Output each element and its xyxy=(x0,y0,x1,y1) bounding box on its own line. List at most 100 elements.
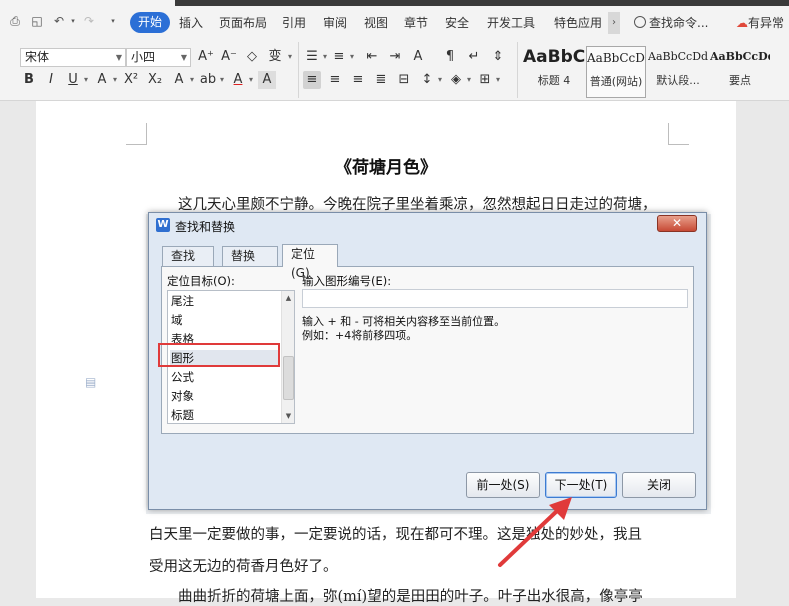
tab-special-apps[interactable]: 特色应用 xyxy=(554,15,602,31)
dialog-title-bar[interactable]: W 查找和替换 ✕ xyxy=(149,213,706,237)
style-sample: AaBbCcDd xyxy=(710,50,770,63)
phonetic-guide-icon[interactable]: 变 xyxy=(266,48,284,66)
print-icon[interactable]: ⎙ xyxy=(8,14,22,28)
status-indicator[interactable]: ☁有异常 xyxy=(736,14,784,31)
paragraph-line: 曲曲折折的荷塘上面，弥(mí)望的是田田的叶子。叶子出水很高，像亭亭 xyxy=(178,589,643,605)
align-center-icon[interactable]: ≡ xyxy=(326,71,344,89)
justify-icon[interactable]: ≣ xyxy=(372,71,390,89)
style-name: 要点 xyxy=(729,74,751,87)
italic-icon[interactable]: I xyxy=(42,71,60,89)
document-outline-icon[interactable]: ▤ xyxy=(85,375,97,389)
paragraph-line: 这几天心里颇不宁静。今晚在院子里坐着乘凉，忽然想起日日走过的荷塘， xyxy=(178,197,657,213)
list-item-object[interactable]: 对象 xyxy=(171,388,194,404)
show-marks-icon[interactable]: ↵ xyxy=(465,48,483,66)
quick-access-dropdown-icon[interactable]: ▾ xyxy=(106,14,120,28)
dialog-title: 查找和替换 xyxy=(175,220,236,234)
annotation-highlight-box xyxy=(158,343,280,367)
decrease-indent-icon[interactable]: ⇤ xyxy=(363,48,381,66)
tab-start[interactable]: 开始 xyxy=(130,12,170,33)
previous-button[interactable]: 前一处(S) xyxy=(466,472,540,498)
list-item-field[interactable]: 域 xyxy=(171,312,183,328)
shrink-font-icon[interactable]: A⁻ xyxy=(220,48,238,66)
font-color-icon[interactable]: A xyxy=(229,71,247,89)
tab-developer-tools[interactable]: 开发工具 xyxy=(487,15,535,31)
text-highlight-icon[interactable]: A xyxy=(170,71,188,89)
line-spacing-icon[interactable]: ↕ xyxy=(418,71,436,89)
style-key-point[interactable]: AaBbCcDd 要点 xyxy=(710,46,770,98)
text-effects-icon[interactable]: A xyxy=(409,48,427,66)
tab-chapter[interactable]: 章节 xyxy=(404,15,428,31)
title-strip xyxy=(175,0,789,6)
change-case-icon[interactable]: ab xyxy=(199,71,217,89)
shading-fill-icon[interactable]: ◈ xyxy=(447,71,465,89)
chevron-down-icon[interactable]: ▾ xyxy=(286,48,294,66)
grow-font-icon[interactable]: A⁺ xyxy=(197,48,215,66)
numbered-list-icon[interactable]: ≡ xyxy=(330,48,348,66)
chevron-down-icon[interactable]: ▾ xyxy=(111,71,119,89)
chevron-down-icon[interactable]: ▾ xyxy=(247,71,255,89)
chevron-down-icon[interactable]: ▾ xyxy=(218,71,226,89)
line-spacing-icon[interactable]: ⇕ xyxy=(489,48,507,66)
chevron-down-icon[interactable]: ▾ xyxy=(465,71,473,89)
close-dialog-button[interactable]: 关闭 xyxy=(622,472,696,498)
font-size-select[interactable]: 小四 ▼ xyxy=(126,48,191,67)
print-preview-icon[interactable]: ◱ xyxy=(30,14,44,28)
subscript-icon[interactable]: X₂ xyxy=(146,71,164,89)
chevron-down-icon[interactable]: ▾ xyxy=(348,48,356,66)
style-sample: AaBbC xyxy=(523,47,585,67)
tab-security[interactable]: 安全 xyxy=(445,15,469,31)
ribbon: ⎙ ◱ ↶ ▾ ↷ ▾ 开始 插入 页面布局 引用 审阅 视图 章节 安全 开发… xyxy=(0,0,789,101)
bold-icon[interactable]: B xyxy=(20,71,38,89)
strikethrough-icon[interactable]: A xyxy=(93,71,111,89)
paragraph-icon[interactable]: ¶ xyxy=(441,48,459,66)
scroll-up-icon[interactable]: ▲ xyxy=(282,292,294,304)
list-scrollbar[interactable]: ▲ ▼ xyxy=(281,291,294,423)
superscript-icon[interactable]: X² xyxy=(122,71,140,89)
align-left-icon[interactable]: ≡ xyxy=(303,71,321,89)
chevron-down-icon: ▼ xyxy=(180,53,187,62)
chevron-down-icon[interactable]: ▾ xyxy=(321,48,329,66)
borders-icon[interactable]: ⊞ xyxy=(476,71,494,89)
chevron-down-icon[interactable]: ▾ xyxy=(188,71,196,89)
redo-icon[interactable]: ↷ xyxy=(82,14,96,28)
chevron-down-icon[interactable]: ▾ xyxy=(82,71,90,89)
style-normal-web[interactable]: AaBbCcDd 普通(网站) xyxy=(586,46,646,98)
style-name: 普通(网站) xyxy=(589,75,643,88)
style-name: 标题 4 xyxy=(537,74,571,87)
close-button[interactable]: ✕ xyxy=(657,215,697,232)
chevron-down-icon: ▼ xyxy=(115,53,122,62)
underline-icon[interactable]: U xyxy=(64,71,82,89)
tab-replace[interactable]: 替换(P) xyxy=(222,246,278,282)
font-name-select[interactable]: 宋体 ▼ xyxy=(20,48,126,67)
list-item-endnote[interactable]: 尾注 xyxy=(171,293,194,309)
undo-dropdown-icon[interactable]: ▾ xyxy=(66,14,80,28)
align-right-icon[interactable]: ≡ xyxy=(349,71,367,89)
style-sample: AaBbCcDd xyxy=(587,51,645,65)
tab-find[interactable]: 查找(D) xyxy=(162,246,214,282)
increase-indent-icon[interactable]: ⇥ xyxy=(386,48,404,66)
crop-mark xyxy=(126,144,147,145)
bullet-list-icon[interactable]: ☰ xyxy=(303,48,321,66)
graphic-number-input[interactable] xyxy=(302,289,688,308)
list-item-heading[interactable]: 标题 xyxy=(171,407,194,423)
tab-references[interactable]: 引用 xyxy=(282,15,306,31)
tab-page-layout[interactable]: 页面布局 xyxy=(219,15,267,31)
tab-review[interactable]: 审阅 xyxy=(323,15,347,31)
scroll-thumb[interactable] xyxy=(283,356,294,400)
list-item-equation[interactable]: 公式 xyxy=(171,369,194,385)
tab-goto[interactable]: 定位(G) xyxy=(282,244,338,280)
undo-icon[interactable]: ↶ xyxy=(52,14,66,28)
more-tabs-chevron-icon[interactable]: › xyxy=(608,12,620,34)
next-button[interactable]: 下一处(T) xyxy=(545,472,617,498)
distributed-icon[interactable]: ⊟ xyxy=(395,71,413,89)
style-heading-4[interactable]: AaBbC 标题 4 xyxy=(523,46,585,98)
character-shading-icon[interactable]: A xyxy=(258,71,276,89)
chevron-down-icon[interactable]: ▾ xyxy=(494,71,502,89)
chevron-down-icon[interactable]: ▾ xyxy=(436,71,444,89)
clear-format-icon[interactable]: ◇ xyxy=(243,48,261,66)
scroll-down-icon[interactable]: ▼ xyxy=(282,410,294,422)
tab-view[interactable]: 视图 xyxy=(364,15,388,31)
command-search[interactable]: 查找命令... xyxy=(634,14,708,31)
tab-insert[interactable]: 插入 xyxy=(179,15,203,31)
style-default-paragraph[interactable]: AaBbCcDd 默认段... xyxy=(648,46,708,98)
